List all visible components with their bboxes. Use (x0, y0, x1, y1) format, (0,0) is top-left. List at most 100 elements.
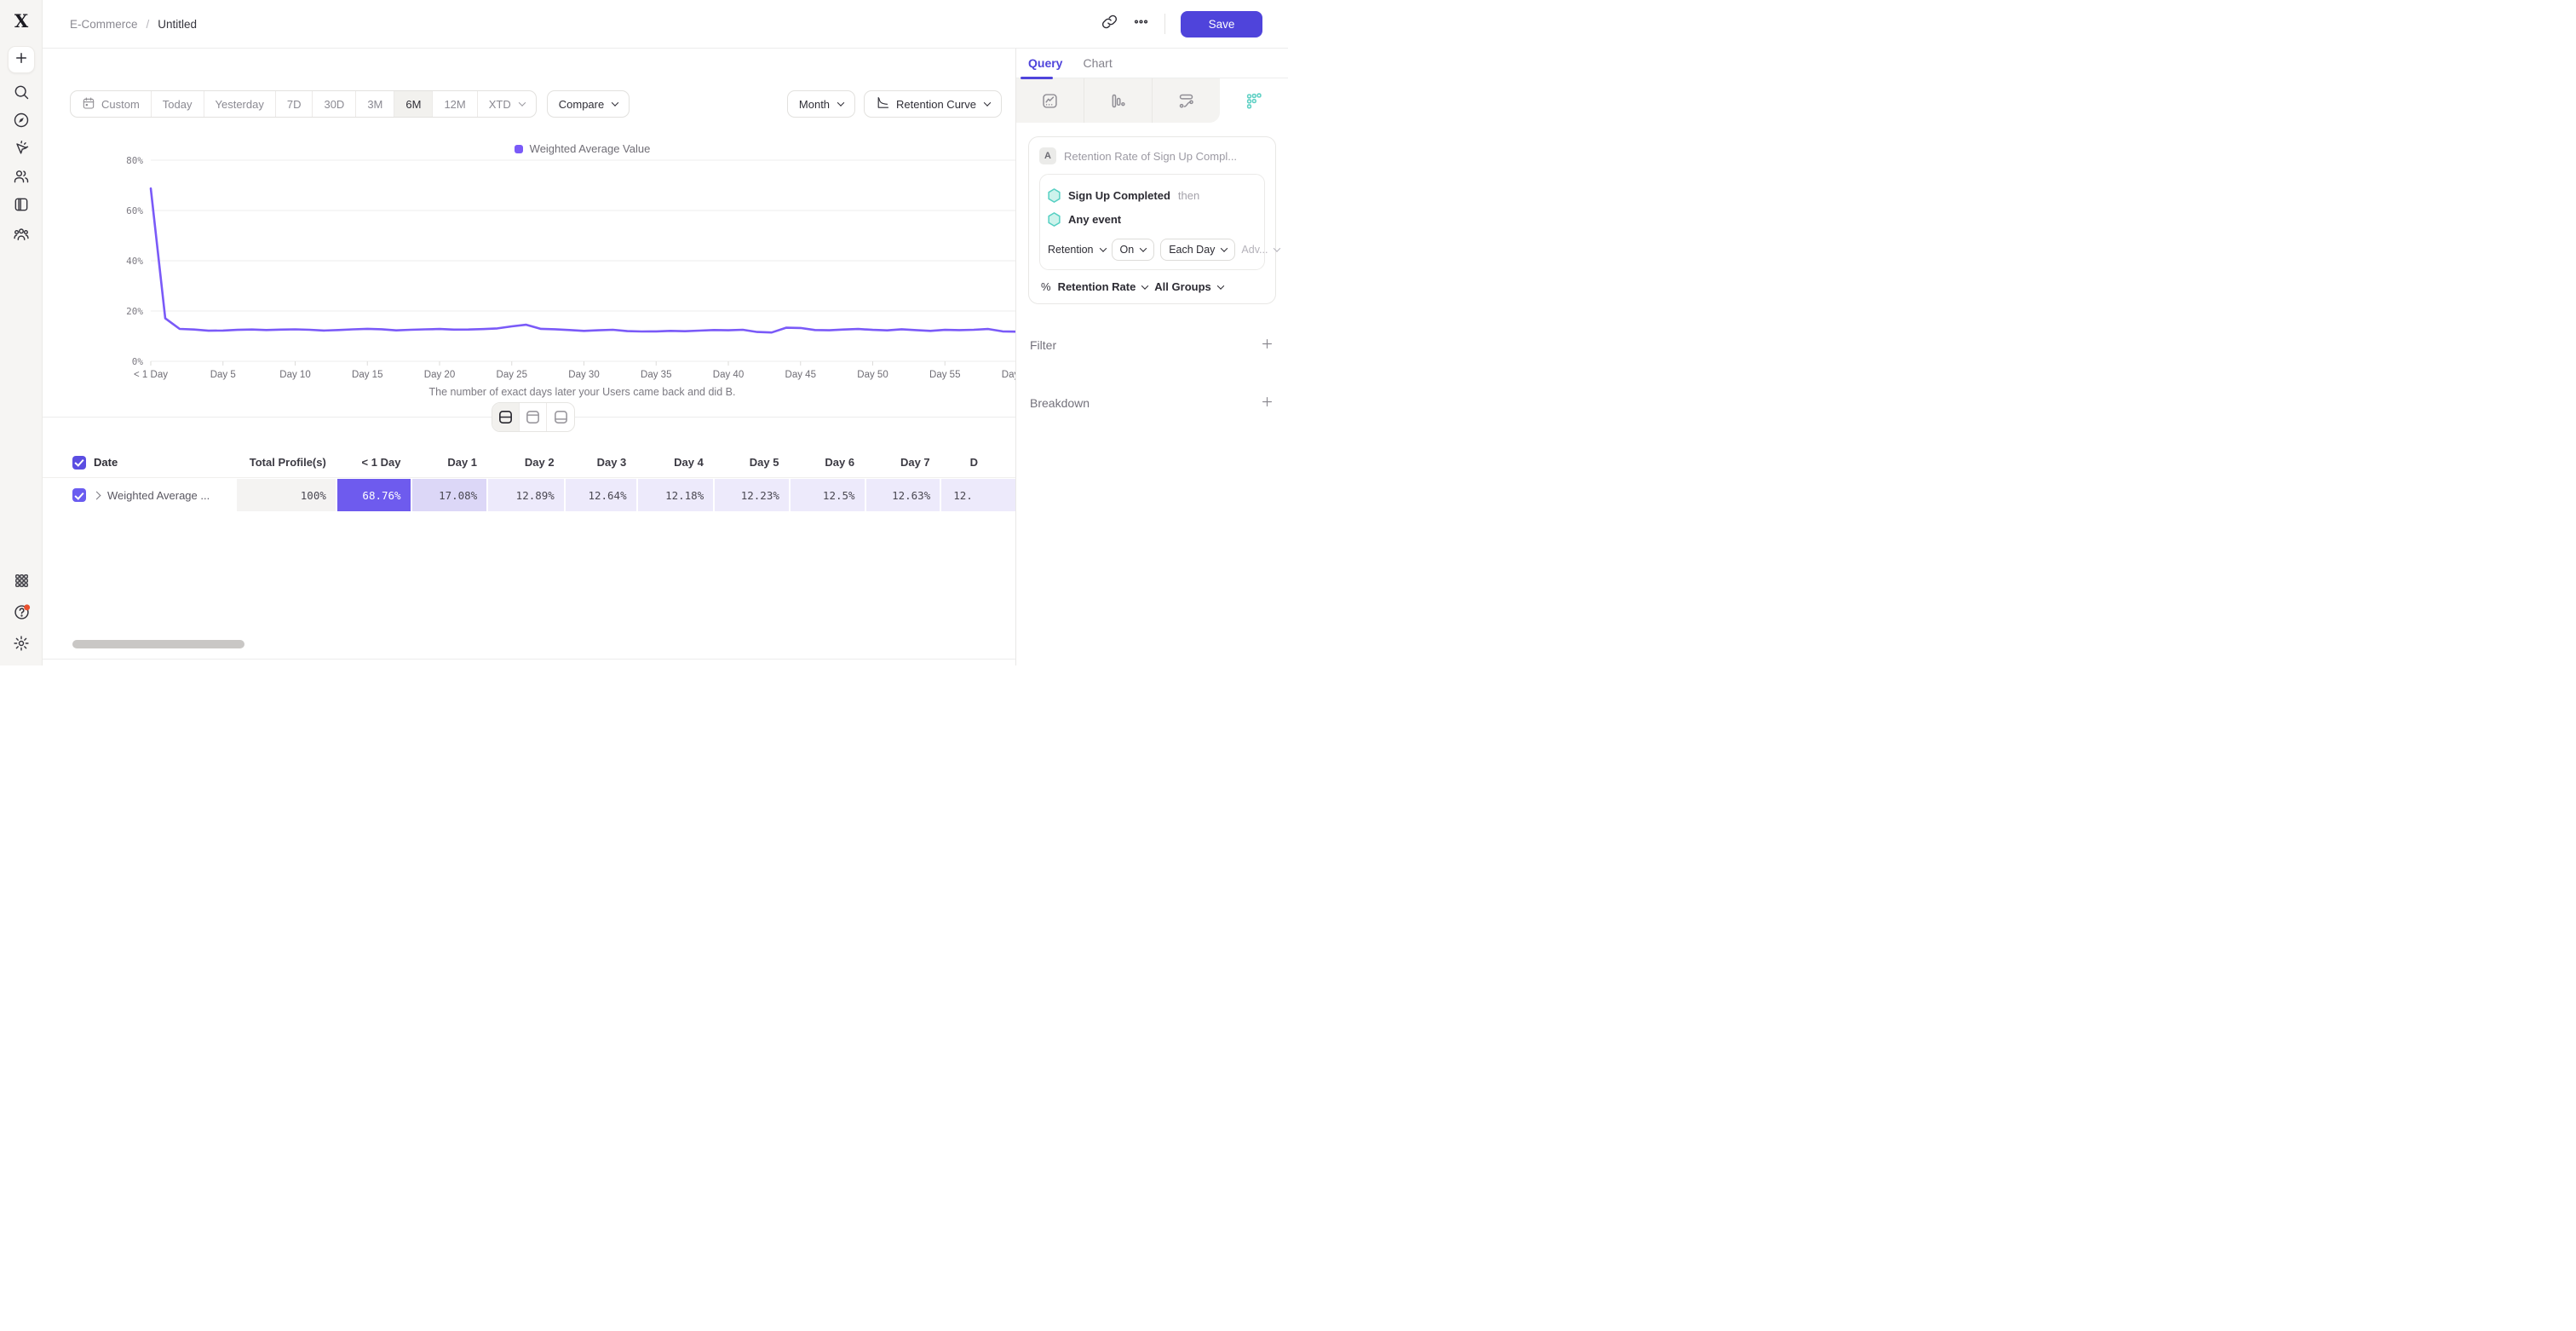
on-dropdown[interactable]: On (1112, 239, 1155, 261)
cell-day3[interactable]: 12.64% (564, 479, 636, 511)
granularity-button[interactable]: Month (787, 90, 855, 118)
help-icon[interactable] (0, 603, 43, 621)
column-header-lt1day[interactable]: < 1 Day (336, 447, 411, 477)
layout-split-view-button[interactable] (492, 403, 520, 431)
report-controls: Custom Today Yesterday 7D 30D 3M 6M 12M … (70, 90, 1002, 118)
horizontal-scrollbar-thumb[interactable] (72, 640, 244, 648)
date-range-xtd[interactable]: XTD (478, 91, 536, 117)
date-range-30d[interactable]: 30D (313, 91, 356, 117)
funnels-report-tab[interactable] (1084, 78, 1153, 123)
svg-text:Day 20: Day 20 (424, 370, 455, 380)
date-range-6m-selected[interactable]: 6M (394, 91, 433, 117)
mixpanel-logo[interactable]: X (0, 10, 43, 32)
tab-query[interactable]: Query (1028, 56, 1062, 70)
boards-icon[interactable] (0, 196, 43, 213)
chevron-down-icon (612, 99, 618, 106)
flows-report-tab[interactable] (1153, 78, 1221, 123)
layout-table-only-button[interactable] (547, 403, 574, 431)
save-button[interactable]: Save (1181, 11, 1262, 37)
cell-day5[interactable]: 12.23% (713, 479, 789, 511)
column-header-day6[interactable]: Day 6 (788, 447, 864, 477)
cell-day2[interactable]: 12.89% (486, 479, 564, 511)
svg-text:60%: 60% (126, 205, 143, 216)
apps-grid-icon[interactable] (0, 573, 43, 589)
groups-dropdown[interactable]: All Groups (1154, 280, 1222, 293)
column-header-day7[interactable]: Day 7 (864, 447, 940, 477)
users-icon[interactable] (0, 168, 43, 185)
date-range-group: Custom Today Yesterday 7D 30D 3M 6M 12M … (70, 90, 537, 118)
each-day-dropdown[interactable]: Each Day (1160, 239, 1235, 261)
retention-report-tab-active[interactable] (1220, 78, 1288, 123)
cell-total-profiles[interactable]: 100% (235, 479, 336, 511)
create-new-button[interactable] (8, 46, 35, 73)
column-header-day5[interactable]: Day 5 (713, 447, 789, 477)
copy-link-icon[interactable] (1101, 14, 1118, 34)
row-label: Weighted Average ... (107, 489, 210, 502)
cell-lt1day[interactable]: 68.76% (336, 479, 411, 511)
events-cursor-icon[interactable] (0, 140, 43, 157)
return-event-label: Any event (1068, 213, 1121, 226)
metric-dropdown[interactable]: Retention Rate (1058, 280, 1148, 293)
date-range-12m[interactable]: 12M (433, 91, 477, 117)
date-range-3m[interactable]: 3M (356, 91, 394, 117)
column-header-day3[interactable]: Day 3 (564, 447, 636, 477)
date-range-7d[interactable]: 7D (276, 91, 313, 117)
tab-chart[interactable]: Chart (1083, 56, 1112, 70)
svg-text:20%: 20% (126, 306, 143, 317)
column-header-day2[interactable]: Day 2 (486, 447, 564, 477)
chevron-down-icon (1217, 282, 1224, 289)
cell-day1[interactable]: 17.08% (411, 479, 487, 511)
breadcrumb-project[interactable]: E-Commerce (70, 18, 138, 31)
retention-line-chart[interactable]: 0%20%40%60%80%< 1 DayDay 5Day 10Day 15Da… (102, 152, 1015, 389)
column-header-date[interactable]: Date (94, 456, 118, 469)
compass-icon[interactable] (0, 112, 43, 129)
compare-button[interactable]: Compare (547, 90, 630, 118)
date-range-custom[interactable]: Custom (71, 91, 152, 117)
cell-day6[interactable]: 12.5% (789, 479, 865, 511)
cell-day7[interactable]: 12.63% (865, 479, 940, 511)
chevron-down-icon (1140, 245, 1147, 251)
row-checkbox[interactable] (72, 488, 86, 502)
svg-text:80%: 80% (126, 155, 143, 166)
select-all-checkbox[interactable] (72, 456, 86, 470)
column-header-total-profiles[interactable]: Total Profile(s) (235, 447, 336, 477)
row-expand-chevron-icon[interactable] (93, 491, 101, 499)
column-header-day8-clipped[interactable]: D (940, 447, 1015, 477)
add-breakdown-button[interactable] (1260, 395, 1274, 412)
table-row-weighted-average[interactable]: Weighted Average ... 100% 68.76% 17.08% … (43, 479, 1015, 511)
advanced-dropdown[interactable]: Adv... (1241, 244, 1279, 256)
first-event-row[interactable]: Sign Up Completed then (1048, 183, 1256, 207)
return-event-row[interactable]: Any event (1048, 207, 1256, 231)
retention-type-dropdown[interactable]: Retention (1048, 244, 1106, 256)
svg-text:Day 5: Day 5 (210, 370, 236, 380)
cell-day4[interactable]: 12.18% (636, 479, 714, 511)
report-canvas: Custom Today Yesterday 7D 30D 3M 6M 12M … (43, 49, 1015, 666)
insights-report-tab[interactable] (1016, 78, 1084, 123)
settings-gear-icon[interactable] (0, 635, 43, 652)
then-label: then (1178, 189, 1199, 202)
breadcrumb-report-title[interactable]: Untitled (158, 18, 197, 31)
column-header-day4[interactable]: Day 4 (635, 447, 713, 477)
date-range-yesterday[interactable]: Yesterday (204, 91, 276, 117)
percent-symbol: % (1041, 280, 1051, 293)
retention-curve-icon (876, 95, 890, 112)
filter-section-label: Filter (1030, 338, 1056, 352)
layout-toggle-group (492, 402, 575, 432)
date-range-today[interactable]: Today (152, 91, 204, 117)
column-header-day1[interactable]: Day 1 (410, 447, 486, 477)
svg-text:Day 40: Day 40 (713, 370, 744, 380)
layout-chart-only-button[interactable] (520, 403, 547, 431)
first-event-label: Sign Up Completed (1068, 189, 1170, 202)
search-icon[interactable] (0, 84, 43, 101)
event-steps-card: Sign Up Completed then Any event Retenti… (1039, 174, 1265, 270)
top-bar: E-Commerce / Untitled Save (43, 0, 1288, 49)
cohorts-icon[interactable] (0, 226, 43, 243)
series-title[interactable]: Retention Rate of Sign Up Compl... (1064, 150, 1237, 163)
svg-text:< 1 Day: < 1 Day (134, 370, 168, 380)
breakdown-section-label: Breakdown (1030, 396, 1090, 410)
svg-text:Day 35: Day 35 (641, 370, 671, 380)
add-filter-button[interactable] (1260, 337, 1274, 354)
chart-type-button[interactable]: Retention Curve (864, 90, 1002, 118)
more-options-icon[interactable] (1133, 14, 1149, 34)
cell-day8-clipped[interactable]: 12. (940, 479, 1015, 511)
